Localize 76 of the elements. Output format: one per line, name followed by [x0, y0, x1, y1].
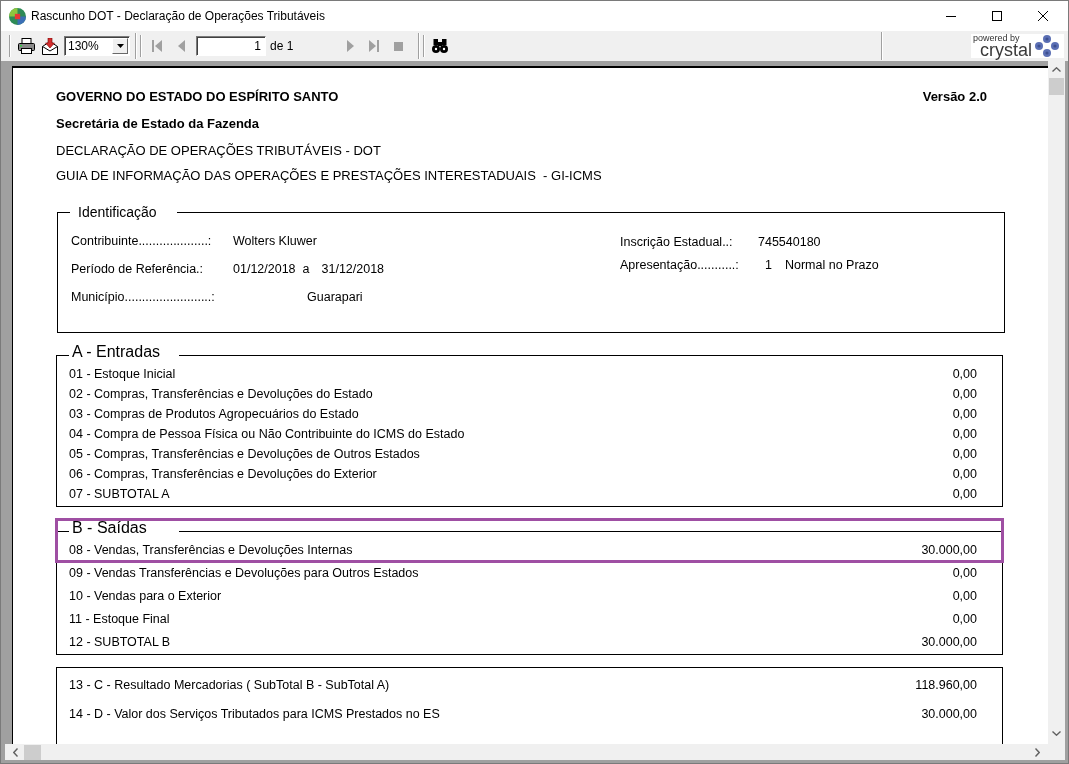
export-button[interactable]: [39, 35, 61, 57]
scroll-left-icon[interactable]: [13, 747, 18, 757]
binoculars-icon: [432, 39, 449, 53]
envelope-arrow-icon: [42, 37, 58, 55]
item-value: 0,00: [952, 588, 977, 603]
item-label: 10 - Vendas para o Exterior: [69, 588, 222, 603]
item-value: 118.960,00: [915, 677, 977, 692]
scroll-down-icon[interactable]: [1052, 731, 1061, 736]
item-value: 0,00: [952, 565, 977, 580]
scrollbar-thumb[interactable]: [24, 744, 41, 760]
logo-tagline: powered by: [973, 34, 1021, 43]
version-label: Versão 2.0: [922, 89, 987, 105]
item-value: 0,00: [952, 367, 977, 381]
field-value: Normal no Prazo: [784, 257, 879, 272]
field-value: 745540180: [758, 234, 821, 249]
item-value: 0,00: [952, 487, 977, 501]
item-label: 08 - Vendas, Transferências e Devoluções Internas: [69, 542, 353, 557]
date-range-separator: a: [302, 262, 310, 276]
field-code: 1: [765, 257, 772, 272]
report-heading: GUIA DE INFORMAÇÃO DAS OPERAÇÕES E PRESTAÇÕES INTERESTADUAIS - GI-ICMS: [56, 168, 603, 184]
window-title: Rascunho DOT - Declaração de Operações Tributáveis: [31, 9, 325, 23]
item-label: 11 - Estoque Final: [69, 611, 170, 626]
zoom-dropdown[interactable]: 130%: [64, 36, 130, 56]
item-value: 0,00: [952, 447, 977, 461]
item-label: 13 - C - Resultado Mercadorias ( SubTotal B - SubTotal A): [69, 677, 390, 692]
item-label: 04 - Compra de Pessoa Física ou Não Contribuinte do ICMS do Estado: [69, 427, 465, 441]
department-title: Secretária de Estado da Fazenda: [56, 116, 261, 132]
maximize-icon: [992, 11, 1002, 21]
item-value: 30.000,00: [921, 634, 977, 649]
panel-title: Identificação: [70, 203, 177, 221]
last-page-icon: [369, 40, 380, 52]
item-value: 0,00: [952, 427, 977, 441]
item-label: 12 - SUBTOTAL B: [69, 634, 171, 649]
item-label: 09 - Vendas Transferências e Devoluções para Outros Estados: [69, 565, 419, 580]
field-label: Contribuinte....................:: [71, 234, 213, 248]
dropdown-button[interactable]: [112, 38, 128, 54]
four-dots-icon: [1035, 35, 1059, 57]
caret-down-icon: [116, 44, 124, 48]
minimize-icon: [946, 15, 956, 17]
item-label: 03 - Compras de Produtos Agropecuários do Estado: [69, 407, 359, 421]
item-value: 30.000,00: [921, 706, 977, 721]
page-number-field[interactable]: 1: [196, 36, 266, 56]
item-value: 0,00: [952, 611, 977, 626]
scroll-up-icon[interactable]: [1052, 67, 1061, 72]
previous-page-icon: [177, 40, 185, 52]
field-value: Wolters Kluwer: [233, 234, 317, 248]
item-label: 06 - Compras, Transferências e Devoluções do Exterior: [69, 467, 377, 481]
next-page-icon: [346, 40, 354, 52]
item-value: 0,00: [952, 387, 977, 401]
logo-wordmark: crystal: [980, 43, 1032, 58]
stop-icon: [393, 41, 403, 51]
scrollbar-thumb[interactable]: [1049, 78, 1064, 95]
first-page-icon: [152, 40, 162, 52]
print-button[interactable]: [15, 35, 37, 57]
field-value: 01/12/2018: [233, 262, 296, 276]
item-value: 0,00: [952, 407, 977, 421]
field-value: 31/12/2018: [321, 262, 385, 276]
item-label: 02 - Compras, Transferências e Devoluções do Estado: [69, 387, 373, 401]
field-label: Período de Referência.:: [71, 262, 205, 276]
item-label: 01 - Estoque Inicial: [69, 367, 176, 381]
item-value: 0,00: [952, 467, 977, 481]
app-icon: [9, 7, 26, 25]
field-label: Município.........................:: [71, 290, 216, 304]
organization-title: GOVERNO DO ESTADO DO ESPÍRITO SANTO: [56, 89, 339, 105]
scroll-right-icon[interactable]: [1035, 747, 1040, 757]
field-label: Apresentação...........:: [620, 257, 740, 272]
page-count-label: de 1: [270, 39, 294, 53]
close-icon: [1038, 11, 1048, 21]
item-label: 07 - SUBTOTAL A: [69, 487, 170, 501]
field-label: Inscrição Estadual..:: [620, 234, 734, 249]
item-value: 30.000,00: [921, 542, 977, 557]
printer-icon: [17, 38, 35, 54]
item-label: 05 - Compras, Transferências e Devoluções de Outros Estados: [69, 447, 420, 461]
item-label: 14 - D - Valor dos Serviços Tributados para ICMS Prestados no ES: [69, 706, 440, 721]
report-heading: DECLARAÇÃO DE OPERAÇÕES TRIBUTÁVEIS - DOT: [56, 143, 382, 159]
field-value: Guarapari: [307, 290, 363, 304]
